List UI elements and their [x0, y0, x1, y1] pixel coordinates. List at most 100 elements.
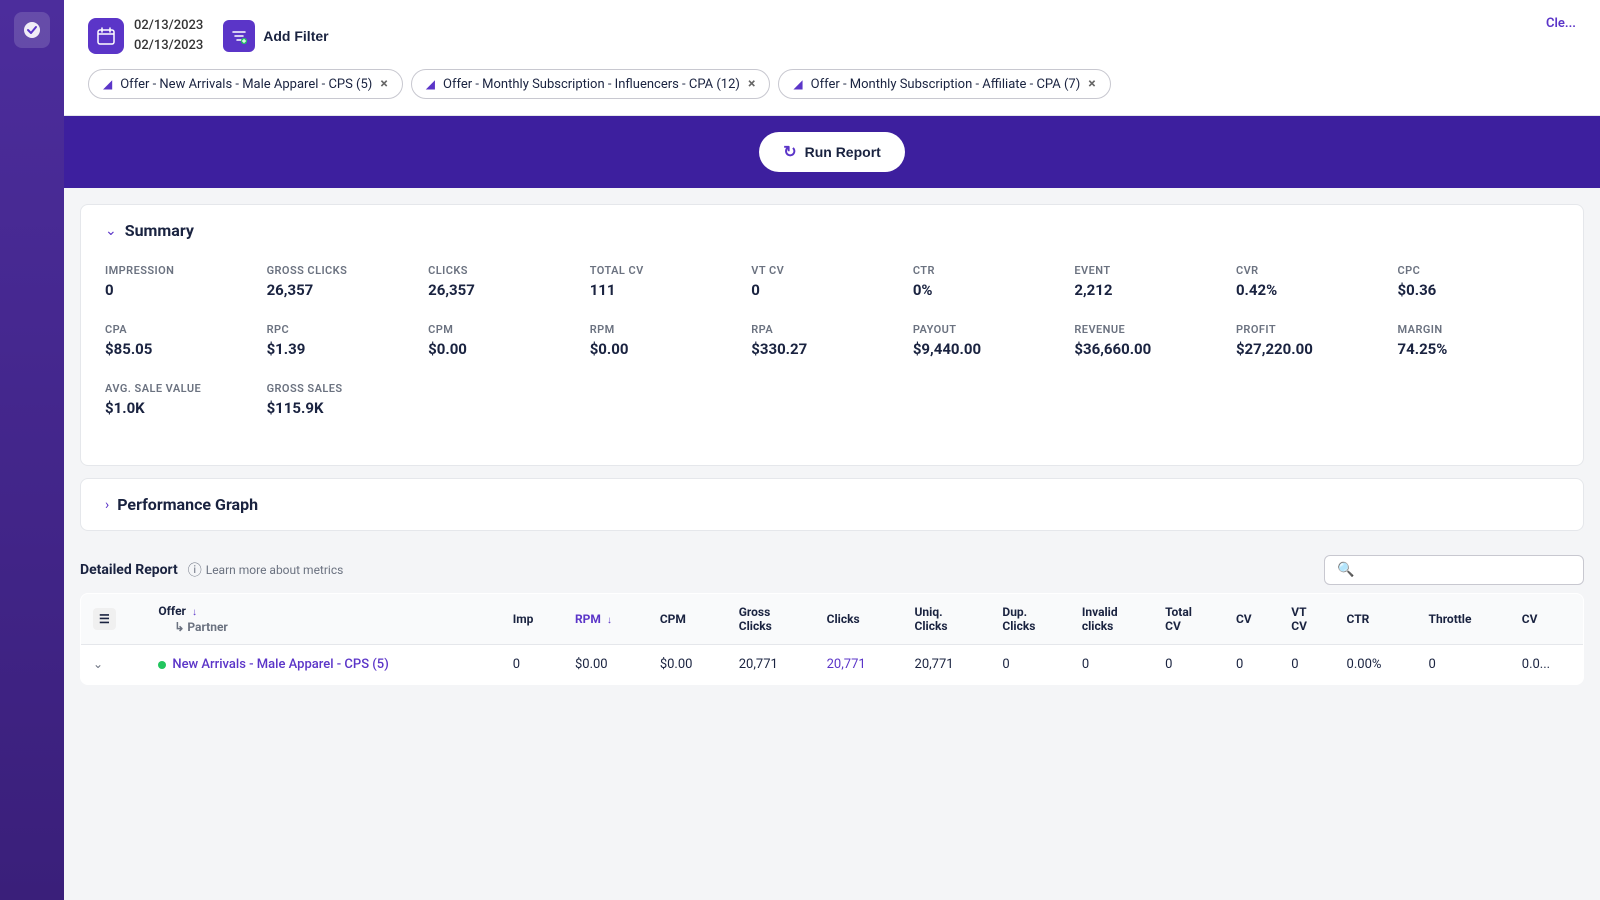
metric-total-cv: TOTAL CV 111: [590, 264, 752, 299]
th-vt-cv[interactable]: VTCV: [1279, 594, 1334, 645]
sidebar-logo: [14, 12, 50, 48]
metric-ctr-label: CTR: [913, 264, 1075, 277]
td-cpm: $0.00: [648, 645, 727, 685]
metric-cpc-value: $0.36: [1398, 281, 1560, 299]
th-throttle[interactable]: Throttle: [1417, 594, 1510, 645]
metric-gross-clicks-label: GROSS CLICKS: [267, 264, 429, 277]
metric-rpa: RPA $330.27: [751, 323, 913, 358]
metric-cvr-value: 0.42%: [1236, 281, 1398, 299]
th-invalid-clicks[interactable]: Invalidclicks: [1070, 594, 1153, 645]
run-report-button[interactable]: ↻ Run Report: [759, 132, 905, 172]
metric-rpa-label: RPA: [751, 323, 913, 336]
td-dup-clicks: 0: [990, 645, 1069, 685]
performance-graph-expand-icon: ›: [105, 497, 109, 513]
report-table: ☰ Offer ↓ ↳ Partner Imp RPM ↓: [80, 593, 1584, 685]
rpm-sort-arrow: ↓: [607, 615, 612, 626]
metric-margin-label: MARGIN: [1398, 323, 1560, 336]
th-dup-clicks[interactable]: Dup.Clicks: [990, 594, 1069, 645]
metric-gross-sales-label: GROSS SALES: [267, 382, 429, 395]
th-offer[interactable]: Offer ↓ ↳ Partner: [146, 594, 500, 645]
metric-rpm-value: $0.00: [590, 340, 752, 358]
summary-title: Summary: [125, 221, 194, 240]
summary-section: ⌄ Summary IMPRESSION 0 GROSS CLICKS 26,3…: [80, 204, 1584, 466]
th-clicks[interactable]: Clicks: [815, 594, 903, 645]
metric-cpm: CPM $0.00: [428, 323, 590, 358]
summary-content: IMPRESSION 0 GROSS CLICKS 26,357 CLICKS …: [81, 256, 1583, 465]
td-uniq-clicks: 20,771: [903, 645, 991, 685]
metric-clicks-label: CLICKS: [428, 264, 590, 277]
filter-tag-3: ◢ Offer - Monthly Subscription - Affilia…: [778, 69, 1110, 99]
detailed-report-section: Detailed Report ⓘ Learn more about metri…: [80, 543, 1584, 685]
filter-tag-icon-1: ◢: [103, 77, 112, 91]
metric-profit: PROFIT $27,220.00: [1236, 323, 1398, 358]
filter-tag-close-2[interactable]: ×: [748, 76, 755, 92]
th-offer-label: Offer ↓: [158, 604, 488, 618]
run-report-label: Run Report: [805, 144, 881, 160]
metric-rpc-value: $1.39: [267, 340, 429, 358]
metric-vt-cv-label: VT CV: [751, 264, 913, 277]
run-report-icon: ↻: [783, 142, 796, 162]
th-cpm[interactable]: CPM: [648, 594, 727, 645]
metric-total-cv-label: TOTAL CV: [590, 264, 752, 277]
metrics-row-1: IMPRESSION 0 GROSS CLICKS 26,357 CLICKS …: [105, 264, 1559, 299]
summary-header[interactable]: ⌄ Summary: [81, 205, 1583, 256]
metric-vt-cv-value: 0: [751, 281, 913, 299]
filter-tag-label-1: Offer - New Arrivals - Male Apparel - CP…: [120, 77, 372, 92]
metric-cpa-value: $85.05: [105, 340, 267, 358]
metric-cpm-value: $0.00: [428, 340, 590, 358]
metric-avg-sale-value: $1.0K: [105, 399, 267, 417]
th-cv2[interactable]: CV: [1510, 594, 1584, 645]
metric-ctr-value: 0%: [913, 281, 1075, 299]
th-imp[interactable]: Imp: [501, 594, 563, 645]
metric-rpm-label: RPM: [590, 323, 752, 336]
filter-tag-icon-3: ◢: [793, 77, 802, 91]
td-rpm: $0.00: [563, 645, 648, 685]
td-imp: 0: [501, 645, 563, 685]
filter-tag-icon-2: ◢: [426, 77, 435, 91]
filter-tag-close-3[interactable]: ×: [1088, 76, 1095, 92]
filter-tag-close-1[interactable]: ×: [380, 76, 387, 92]
td-throttle: 0: [1417, 645, 1510, 685]
offer-name-link[interactable]: New Arrivals - Male Apparel - CPS (5): [172, 657, 388, 672]
metric-impression-label: IMPRESSION: [105, 264, 267, 277]
td-expand: ⌄: [81, 645, 147, 685]
th-total-cv[interactable]: TotalCV: [1153, 594, 1224, 645]
metrics-row-2: CPA $85.05 RPC $1.39 CPM $0.00 RPM: [105, 323, 1559, 358]
metric-cpc: CPC $0.36: [1398, 264, 1560, 299]
filter-tag-2: ◢ Offer - Monthly Subscription - Influen…: [411, 69, 771, 99]
calendar-icon[interactable]: [88, 18, 124, 54]
metric-placeholder-2: [590, 382, 752, 417]
td-clicks: 20,771: [815, 645, 903, 685]
th-ctr[interactable]: CTR: [1335, 594, 1417, 645]
search-input[interactable]: [1360, 563, 1571, 578]
metric-rpc-label: RPC: [267, 323, 429, 336]
row-expand-button[interactable]: ⌄: [93, 657, 103, 671]
metric-revenue-label: REVENUE: [1074, 323, 1236, 336]
status-dot: [158, 661, 166, 669]
th-cv[interactable]: CV: [1224, 594, 1279, 645]
metric-vt-cv: VT CV 0: [751, 264, 913, 299]
clear-button[interactable]: Cle...: [1546, 16, 1576, 31]
add-filter-button[interactable]: Add Filter: [223, 20, 328, 52]
filter-tag-1: ◢ Offer - New Arrivals - Male Apparel - …: [88, 69, 403, 99]
th-rpm[interactable]: RPM ↓: [563, 594, 648, 645]
metric-placeholder-7: [1398, 382, 1560, 417]
page-wrapper: 02/13/2023 02/13/2023 Add Filter: [0, 0, 1600, 900]
date-end: 02/13/2023: [134, 36, 203, 56]
th-uniq-clicks[interactable]: Uniq.Clicks: [903, 594, 991, 645]
search-box[interactable]: 🔍: [1324, 555, 1584, 585]
filter-bar-top: 02/13/2023 02/13/2023 Add Filter: [88, 16, 1576, 55]
metric-event: EVENT 2,212: [1074, 264, 1236, 299]
metric-impression-value: 0: [105, 281, 267, 299]
th-filter-icon[interactable]: ☰: [93, 608, 116, 630]
metric-clicks-value: 26,357: [428, 281, 590, 299]
detailed-report-header: Detailed Report ⓘ Learn more about metri…: [80, 543, 1584, 593]
td-cv: 0: [1224, 645, 1279, 685]
metric-cvr-label: CVR: [1236, 264, 1398, 277]
metric-revenue-value: $36,660.00: [1074, 340, 1236, 358]
metric-cpc-label: CPC: [1398, 264, 1560, 277]
performance-graph-header[interactable]: › Performance Graph: [81, 479, 1583, 530]
performance-graph-title: Performance Graph: [117, 495, 258, 514]
learn-more-link[interactable]: ⓘ Learn more about metrics: [188, 560, 344, 580]
th-gross-clicks[interactable]: GrossClicks: [727, 594, 815, 645]
